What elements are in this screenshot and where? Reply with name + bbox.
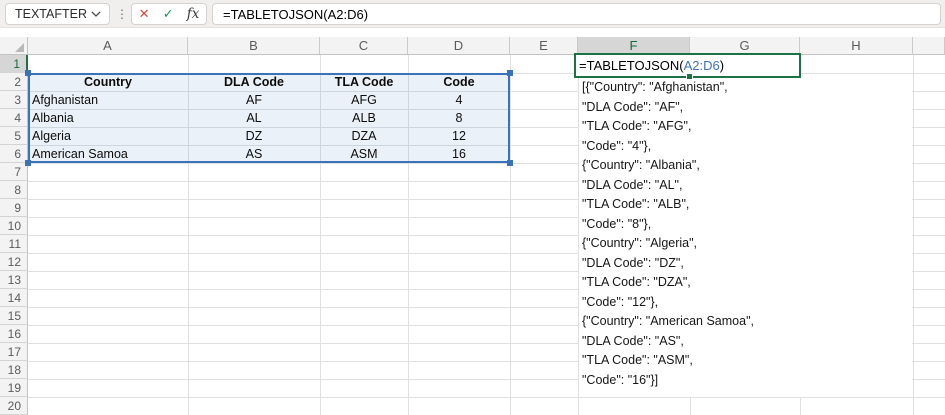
json-line[interactable]: "DLA Code": "AL", [582,177,682,193]
range-corner-handle[interactable] [25,70,31,76]
chevron-down-icon[interactable] [91,11,101,17]
row-header-16[interactable]: 16 [0,325,28,343]
json-line[interactable]: "TLA Code": "AFG", [582,118,691,134]
cell-D6[interactable]: 16 [412,145,506,163]
spreadsheet-grid[interactable]: ABCDEFGH 1 2 3 4 5 6 7 8 9 10 11 12 13 14 15 16 17 18 19 20… [0,28,945,415]
json-line[interactable]: {"Country": "Algeria", [582,235,697,251]
column-header-partial[interactable] [913,37,945,55]
range-corner-handle[interactable] [25,160,31,166]
cell-A5[interactable]: Algeria [32,127,184,145]
json-line[interactable]: "DLA Code": "AF", [582,99,683,115]
cell-C3[interactable]: AFG [324,91,404,109]
json-line[interactable]: [{"Country": "Afghanistan", [582,79,728,95]
range-corner-handle[interactable] [507,70,513,76]
range-corner-handle[interactable] [507,160,513,166]
cell-D4[interactable]: 8 [412,109,506,127]
editor-range-reference: A2:D6 [683,58,720,73]
row-header-12[interactable]: 12 [0,253,28,271]
json-line[interactable]: {"Country": "American Samoa", [582,313,754,329]
row-header-11[interactable]: 11 [0,235,28,253]
column-header-E[interactable]: E [510,37,578,55]
row-header-3[interactable]: 3 [0,91,28,109]
select-all-triangle-icon [15,43,24,52]
formula-text: =TABLETOJSON(A2:D6) [223,6,369,22]
formula-input[interactable]: =TABLETOJSON(A2:D6) [212,3,941,25]
json-line[interactable]: "TLA Code": "DZA", [582,274,691,290]
row-header-8[interactable]: 8 [0,181,28,199]
row-header-15[interactable]: 15 [0,307,28,325]
row-header-7[interactable]: 7 [0,163,28,181]
editor-formula-suffix: ) [719,58,725,73]
fill-handle[interactable] [686,73,693,80]
row-header-2[interactable]: 2 [0,73,28,91]
column-header-B[interactable]: B [188,37,320,55]
json-line[interactable]: "Code": "8"}, [582,216,651,232]
row-header-14[interactable]: 14 [0,289,28,307]
name-box-value: TEXTAFTER [15,7,87,21]
cell-C6[interactable]: ASM [324,145,404,163]
enter-icon[interactable]: ✓ [163,6,174,22]
row-header-4[interactable]: 4 [0,109,28,127]
cell-B6[interactable]: AS [192,145,316,163]
row-header-19[interactable]: 19 [0,379,28,397]
editor-formula-prefix: =TABLETOJSON( [579,58,684,73]
row-header-13[interactable]: 13 [0,271,28,289]
insert-function-icon[interactable]: fx [187,6,200,22]
gridline-h [28,397,945,398]
json-line[interactable]: "DLA Code": "AS", [582,333,684,349]
json-line[interactable]: "Code": "16"}] [582,372,658,388]
name-box[interactable]: TEXTAFTER [5,3,110,25]
row-header-18[interactable]: 18 [0,361,28,379]
column-header-A[interactable]: A [28,37,188,55]
excel-window: TEXTAFTER ⋮ ✕ ✓ fx =TABLETOJSON(A2:D6) A… [0,0,945,415]
json-line[interactable]: "DLA Code": "DZ", [582,255,684,271]
cell-C2[interactable]: TLA Code [324,73,404,91]
cell-B4[interactable]: AL [192,109,316,127]
select-all-corner[interactable] [0,37,28,55]
row-header-1[interactable]: 1 [0,55,28,73]
cell-A6[interactable]: American Samoa [32,145,184,163]
column-header-D[interactable]: D [408,37,510,55]
cell-D2[interactable]: Code [412,73,506,91]
json-line[interactable]: {"Country": "Albania", [582,157,700,173]
cell-B2[interactable]: DLA Code [192,73,316,91]
row-header-20[interactable]: 20 [0,397,28,415]
cell-D3[interactable]: 4 [412,91,506,109]
cell-D5[interactable]: 12 [412,127,506,145]
formula-bar: TEXTAFTER ⋮ ✕ ✓ fx =TABLETOJSON(A2:D6) [0,0,945,28]
json-line[interactable]: "TLA Code": "ALB", [582,196,689,212]
cell-A3[interactable]: Afghanistan [32,91,184,109]
column-header-C[interactable]: C [320,37,408,55]
row-header-10[interactable]: 10 [0,217,28,235]
row-header-6[interactable]: 6 [0,145,28,163]
cell-A2[interactable]: Country [32,73,184,91]
formula-bar-buttons: ✕ ✓ fx [131,3,207,25]
json-line[interactable]: "Code": "4"}, [582,138,651,154]
cell-C5[interactable]: DZA [324,127,404,145]
cell-C4[interactable]: ALB [324,109,404,127]
json-line[interactable]: "Code": "12"}, [582,294,658,310]
json-line[interactable]: "TLA Code": "ASM", [582,352,693,368]
column-header-H[interactable]: H [800,37,913,55]
formula-bar-drag-handle-icon[interactable]: ⋮ [116,4,128,24]
cancel-icon[interactable]: ✕ [139,6,150,22]
row-header-17[interactable]: 17 [0,343,28,361]
row-header-9[interactable]: 9 [0,199,28,217]
cell-A4[interactable]: Albania [32,109,184,127]
cell-B5[interactable]: DZ [192,127,316,145]
row-header-5[interactable]: 5 [0,127,28,145]
cell-B3[interactable]: AF [192,91,316,109]
